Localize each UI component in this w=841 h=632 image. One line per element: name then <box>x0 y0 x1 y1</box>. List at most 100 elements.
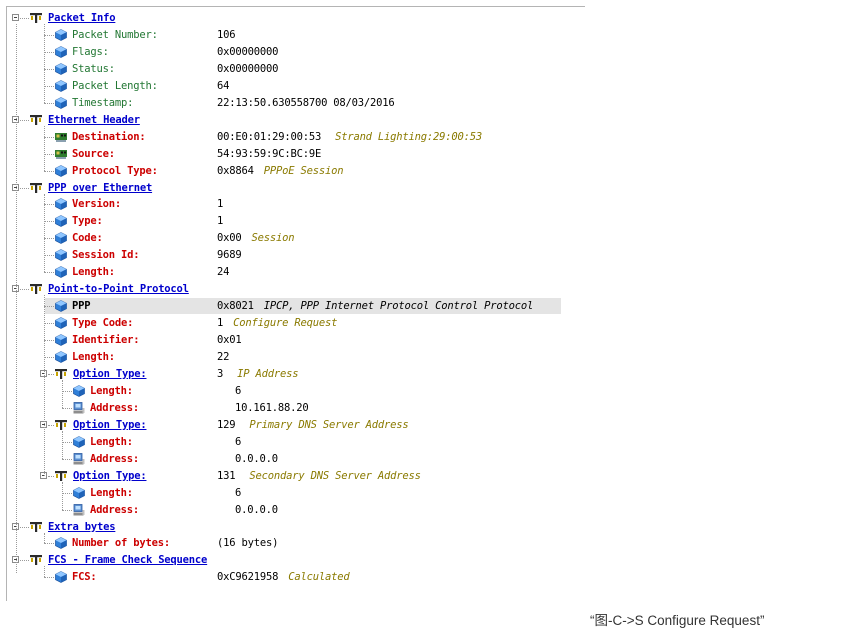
field-icon <box>55 198 67 211</box>
field-label: Length: <box>72 266 115 279</box>
tree-field-row[interactable]: Source: 54:93:59:9C:BC:9E <box>7 146 585 163</box>
field-value: 0.0.0.0 <box>235 503 278 516</box>
tree-field-row[interactable]: Packet Number: 106 <box>7 27 585 44</box>
tree-guide-line <box>62 441 72 443</box>
field-value: 1 <box>217 198 224 211</box>
tree-field-row[interactable]: Length: 24 <box>7 264 585 281</box>
tree-guide-line <box>20 119 29 121</box>
option-row[interactable]: Option Type: 129 Primary DNS Server Addres… <box>7 417 585 434</box>
tree-field-row[interactable]: Type: 1 <box>7 213 585 230</box>
field-value: 0xC9621958 Calculated <box>217 571 350 584</box>
section-point-to-point-protocol[interactable]: Point-to-Point Protocol <box>7 281 585 298</box>
collapse-toggle[interactable] <box>12 14 19 21</box>
tree-field-row[interactable]: Length: 6 <box>7 383 585 400</box>
tree-guide-line <box>44 221 54 223</box>
field-label: Destination: <box>72 130 146 143</box>
tree-guide-line <box>62 430 63 459</box>
field-label: Address: <box>90 452 139 465</box>
tree-guide-line <box>44 238 54 240</box>
tree-guide-line <box>62 481 63 510</box>
tree-guide-line <box>44 323 54 325</box>
tree-guide-line <box>44 153 54 155</box>
field-icon <box>55 537 67 550</box>
field-icon <box>55 300 67 313</box>
tree-field-row[interactable]: PPP 0x8021 IPCP, PPP Internet Protocol Con… <box>7 298 585 315</box>
field-icon <box>55 96 67 109</box>
tree-field-row[interactable]: Length: 22 <box>7 349 585 366</box>
option-value: 131 Secondary DNS Server Address <box>217 469 421 482</box>
field-decode: Strand Lighting:29:00:53 <box>335 130 482 143</box>
field-label: Status: <box>72 62 115 75</box>
section-ppp-over-ethernet[interactable]: PPP over Ethernet <box>7 180 585 197</box>
tree-field-row[interactable]: Type Code: 1 Configure Request <box>7 315 585 332</box>
field-value: 64 <box>217 79 230 92</box>
section-packet-info[interactable]: Packet Info <box>7 10 585 27</box>
tree-field-row[interactable]: FCS: 0xC9621958 Calculated <box>7 569 585 586</box>
tree-field-row[interactable]: Version: 1 <box>7 196 585 213</box>
field-label: Flags: <box>72 45 109 58</box>
tree-field-row[interactable]: Address: 10.161.88.20 <box>7 400 585 417</box>
option-decode: IP Address <box>237 367 299 380</box>
field-icon <box>55 232 67 245</box>
tree-guide-line <box>44 34 54 36</box>
tree-guide-line <box>44 357 54 358</box>
tree-guide-line <box>44 68 54 70</box>
tree-guide-line <box>62 407 72 409</box>
section-icon <box>30 182 42 193</box>
section-icon <box>30 521 42 532</box>
option-value: 3 IP Address <box>217 367 299 380</box>
field-label: Address: <box>90 401 139 414</box>
field-decode: Configure Request <box>233 317 338 330</box>
tree-field-row[interactable]: Address: 0.0.0.0 <box>7 502 585 519</box>
tree-field-row[interactable]: Number of bytes: (16 bytes) <box>7 535 585 552</box>
tree-guide-line <box>44 204 54 206</box>
tree-field-row[interactable]: Timestamp: 22:13:50.630558700 08/03/2016 <box>7 95 585 112</box>
tree-guide-line <box>62 379 63 408</box>
section-title: Extra bytes <box>48 520 116 533</box>
field-icon <box>55 29 67 41</box>
tree-guide-line <box>44 51 54 53</box>
section-title: PPP over Ethernet <box>48 181 153 194</box>
field-icon <box>55 317 67 329</box>
field-value: 1 <box>217 215 224 228</box>
option-decode: Primary DNS Server Address <box>249 418 409 431</box>
tree-field-row[interactable]: Session Id: 9689 <box>7 247 585 264</box>
tree-field-row[interactable]: Identifier: 0x01 <box>7 332 585 349</box>
tree-field-row[interactable]: Length: 6 <box>7 485 585 502</box>
tree-field-row[interactable]: Status: 0x00000000 <box>7 61 585 78</box>
tree-field-row[interactable]: Code: 0x00 Session <box>7 230 585 247</box>
field-value: 106 <box>217 28 236 41</box>
tree-guide-line <box>44 295 45 476</box>
tree-guide-line <box>48 424 54 426</box>
tree-field-row[interactable]: Length: 6 <box>7 434 585 451</box>
field-value: 00:E0:01:29:00:53 Strand Lighting:29:00:5… <box>217 130 482 143</box>
field-value: 22:13:50.630558700 08/03/2016 <box>217 96 395 109</box>
field-value: 6 <box>235 384 242 397</box>
tree-guide-line <box>44 566 45 578</box>
field-value: 0.0.0.0 <box>235 452 278 465</box>
section-fcs[interactable]: FCS - Frame Check Sequence <box>7 552 585 569</box>
option-row[interactable]: Option Type: 131 Secondary DNS Server Addr… <box>7 468 585 485</box>
tree-field-row[interactable]: Protocol Type: 0x8864 PPPoE Session <box>7 163 585 180</box>
section-extra-bytes[interactable]: Extra bytes <box>7 519 585 536</box>
tree-guide-line <box>44 193 45 273</box>
field-value: 22 <box>217 351 230 363</box>
tree-guide-line <box>48 475 54 477</box>
section-title: Point-to-Point Protocol <box>48 283 189 296</box>
tree-guide-line <box>44 255 54 257</box>
field-value: (16 bytes) <box>217 537 279 550</box>
field-label: FCS: <box>72 571 97 584</box>
option-row[interactable]: Option Type: 3 IP Address <box>7 366 585 383</box>
field-value: 6 <box>235 486 242 499</box>
tree-field-row[interactable]: Flags: 0x00000000 <box>7 44 585 61</box>
field-value: 0x00 Session <box>217 232 295 245</box>
section-ethernet-header[interactable]: Ethernet Header <box>7 112 585 129</box>
computer-icon <box>73 452 85 465</box>
field-label: Type: <box>72 215 103 228</box>
tree-field-row[interactable]: Address: 0.0.0.0 <box>7 451 585 468</box>
field-icon <box>55 79 67 92</box>
tree-field-row[interactable]: Destination: 00:E0:01:29:00:53 Strand Ligh… <box>7 129 585 146</box>
tree-guide-line <box>44 85 54 87</box>
option-decode: Secondary DNS Server Address <box>249 469 421 482</box>
tree-field-row[interactable]: Packet Length: 64 <box>7 78 585 95</box>
